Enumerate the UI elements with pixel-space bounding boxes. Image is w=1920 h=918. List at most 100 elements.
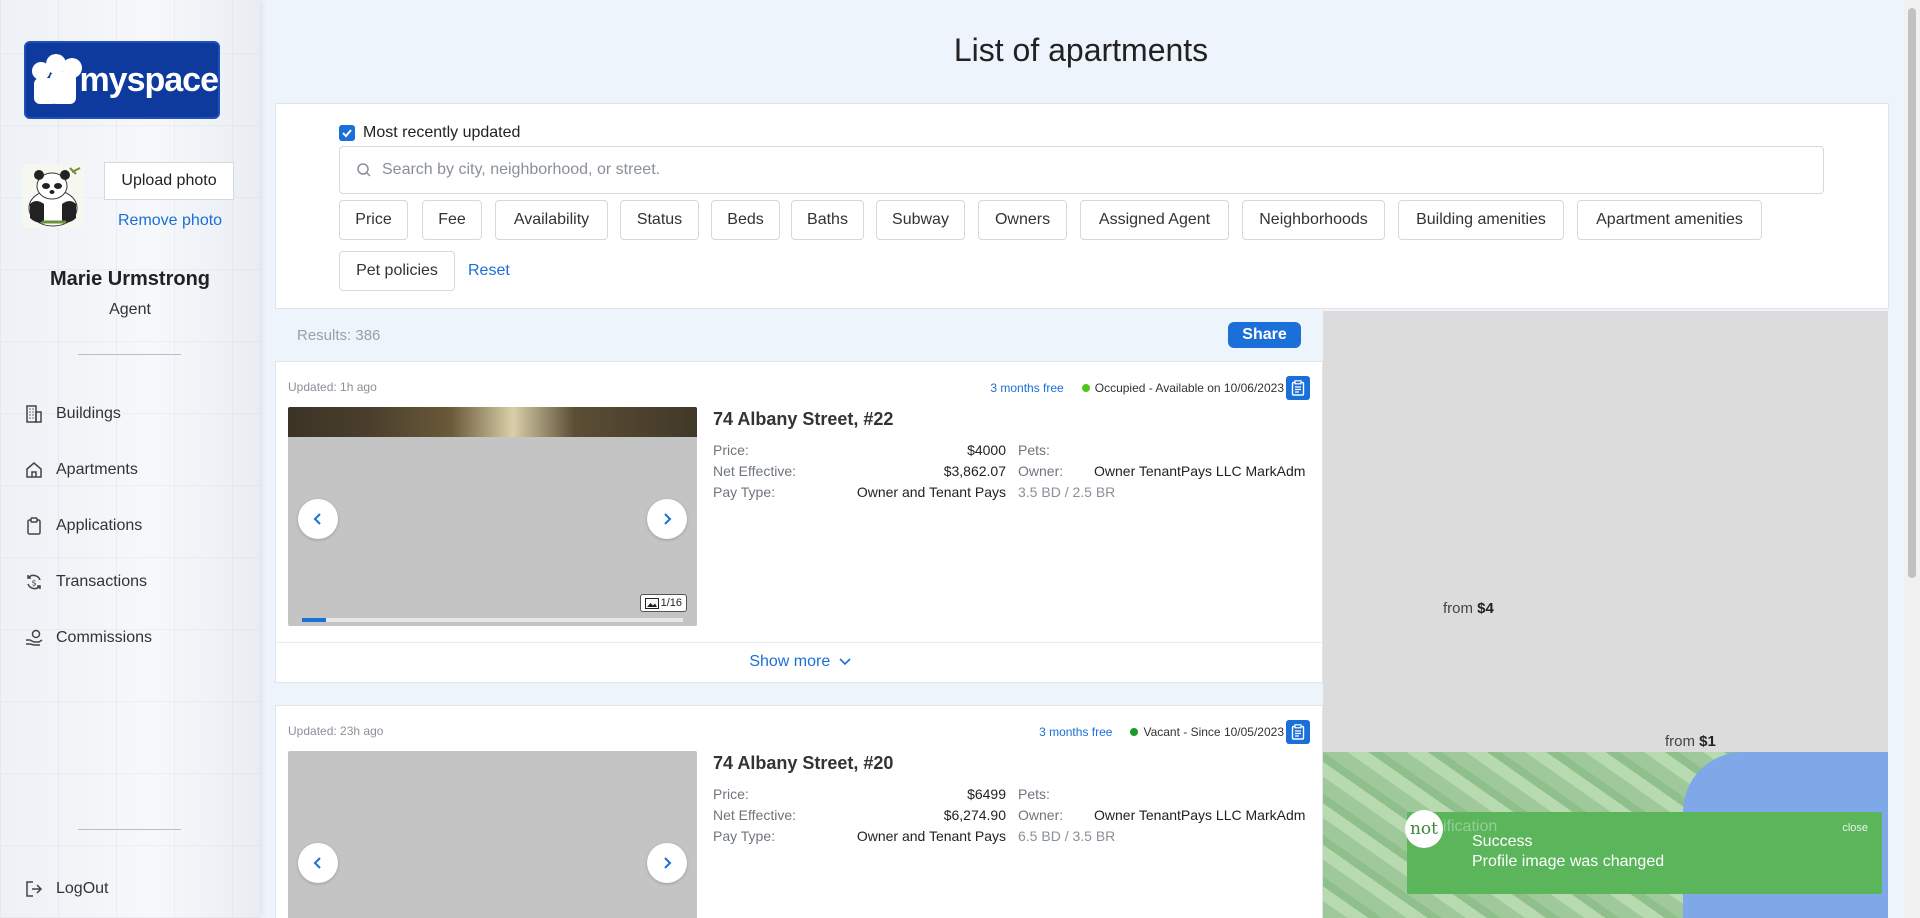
search-box[interactable]	[339, 146, 1824, 194]
building-icon	[26, 405, 42, 423]
pets-label: Pets:	[1018, 442, 1050, 458]
copy-clipboard-button[interactable]	[1286, 376, 1310, 400]
nav-label: Apartments	[56, 461, 138, 478]
updated-time: Updated: 23h ago	[288, 724, 384, 738]
promo-badge: 3 months free	[990, 381, 1064, 395]
photo-count-text: 1/16	[660, 597, 682, 609]
user-name: Marie Urmstrong	[49, 268, 211, 290]
status-area: 3 months free Occupied - Available on 10…	[990, 376, 1310, 400]
user-role: Agent	[109, 301, 151, 318]
listing-card[interactable]: Updated: 1h ago 3 months free Occupied -…	[275, 361, 1324, 683]
toast-title: Success	[1472, 833, 1533, 850]
beds-baths: 6.5 BD / 3.5 BR	[1018, 828, 1116, 844]
chevron-down-icon	[839, 658, 851, 666]
sidebar: myspace Upload photo Remove photo Marie …	[0, 0, 260, 918]
nav-item-applications[interactable]: Applications	[24, 516, 142, 536]
filter-subway[interactable]: Subway	[876, 200, 965, 240]
next-photo-button[interactable]	[647, 499, 687, 539]
nav-item-apartments[interactable]: Apartments	[24, 460, 138, 480]
clipboard-icon	[1291, 724, 1305, 740]
listing-photo[interactable]	[288, 751, 697, 918]
svg-text:$: $	[31, 579, 36, 588]
photo-count: 1/16	[639, 594, 687, 612]
owner-label: Owner:	[1018, 463, 1064, 479]
sidebar-divider	[78, 829, 181, 830]
remove-photo-link[interactable]: Remove photo	[118, 212, 222, 230]
map-price-marker[interactable]: from $4	[1443, 600, 1494, 617]
pay-type-value: Owner and Tenant Pays	[856, 484, 1006, 500]
nav-label: Buildings	[56, 405, 121, 422]
prev-photo-button[interactable]	[298, 843, 338, 883]
logo-text: myspace	[79, 60, 219, 99]
chevron-left-icon	[313, 513, 321, 525]
pay-type-value: Owner and Tenant Pays	[856, 828, 1006, 844]
filter-apartment-amenities[interactable]: Apartment amenities	[1577, 200, 1762, 240]
filter-neighborhoods[interactable]: Neighborhoods	[1242, 200, 1385, 240]
chevron-right-icon	[664, 857, 672, 869]
filter-baths[interactable]: Baths	[791, 200, 864, 240]
filter-price[interactable]: Price	[339, 200, 408, 240]
show-more-button[interactable]: Show more	[276, 642, 1324, 671]
chevron-left-icon	[313, 857, 321, 869]
listing-title[interactable]: 74 Albany Street, #22	[713, 409, 893, 430]
filter-fee[interactable]: Fee	[422, 200, 482, 240]
page-scrollbar[interactable]	[1904, 0, 1920, 918]
logout-label: LogOut	[56, 880, 109, 897]
myspace-logo[interactable]: myspace	[24, 41, 220, 119]
filter-pet-policies[interactable]: Pet policies	[339, 251, 455, 291]
filter-building-amenities[interactable]: Building amenities	[1398, 200, 1564, 240]
search-icon	[357, 163, 371, 177]
nav-label: Commissions	[56, 629, 153, 646]
filter-owners[interactable]: Owners	[978, 200, 1067, 240]
filter-status[interactable]: Status	[620, 200, 699, 240]
status-text: Vacant - Since 10/05/2023	[1143, 725, 1284, 739]
logout-icon	[26, 881, 43, 897]
photo-progress-fill	[302, 618, 326, 622]
home-icon	[26, 462, 42, 478]
listing-title[interactable]: 74 Albany Street, #20	[713, 753, 893, 774]
notification-badge: not	[1405, 810, 1443, 848]
photo-image	[288, 407, 697, 437]
nav-item-transactions[interactable]: $ Transactions	[24, 572, 147, 592]
next-photo-button[interactable]	[647, 843, 687, 883]
price-value: $6499	[967, 786, 1006, 802]
reset-filters-link[interactable]: Reset	[468, 262, 510, 280]
share-button[interactable]: Share	[1228, 322, 1301, 348]
owner-value: Owner TenantPays LLC MarkAdm	[1094, 807, 1306, 823]
show-more-label: Show more	[749, 653, 831, 670]
price-value: $4000	[967, 442, 1006, 458]
owner-label: Owner:	[1018, 807, 1064, 823]
prev-photo-button[interactable]	[298, 499, 338, 539]
check-icon	[342, 129, 352, 138]
listing-card[interactable]: Updated: 23h ago 3 months free Vacant - …	[275, 705, 1323, 918]
nav-label: Transactions	[56, 573, 147, 590]
most-recent-checkbox[interactable]	[339, 125, 355, 141]
exchange-icon: $	[27, 574, 41, 590]
logout-button[interactable]: LogOut	[24, 879, 108, 899]
filter-beds[interactable]: Beds	[711, 200, 780, 240]
hand-coin-icon	[26, 629, 43, 646]
filter-availability[interactable]: Availability	[495, 200, 608, 240]
map-price-marker[interactable]: from $1	[1665, 733, 1716, 750]
chevron-right-icon	[664, 513, 672, 525]
owner-value: Owner TenantPays LLC MarkAdm	[1094, 463, 1306, 479]
status-area: 3 months free Vacant - Since 10/05/2023	[1039, 720, 1310, 744]
status-text: Occupied - Available on 10/06/2023	[1094, 381, 1284, 395]
page-title: List of apartments	[953, 32, 1209, 68]
sidebar-divider	[78, 354, 181, 355]
nav-item-commissions[interactable]: Commissions	[24, 628, 152, 648]
toast-close-button[interactable]: close	[1842, 822, 1868, 834]
status-dot	[1081, 384, 1090, 392]
scrollbar-thumb[interactable]	[1908, 8, 1916, 578]
nav-item-buildings[interactable]: Buildings	[24, 404, 121, 424]
clipboard-icon	[1291, 380, 1305, 396]
copy-clipboard-button[interactable]	[1286, 720, 1310, 744]
filter-assigned-agent[interactable]: Assigned Agent	[1080, 200, 1229, 240]
search-input[interactable]	[382, 161, 1782, 179]
updated-time: Updated: 1h ago	[288, 380, 377, 394]
image-icon	[644, 597, 659, 609]
net-effective-value: $3,862.07	[943, 463, 1006, 479]
most-recent-checkbox-row[interactable]: Most recently updated	[339, 124, 520, 142]
upload-photo-button[interactable]: Upload photo	[104, 162, 234, 200]
listing-photo[interactable]: 1/16	[288, 407, 697, 626]
